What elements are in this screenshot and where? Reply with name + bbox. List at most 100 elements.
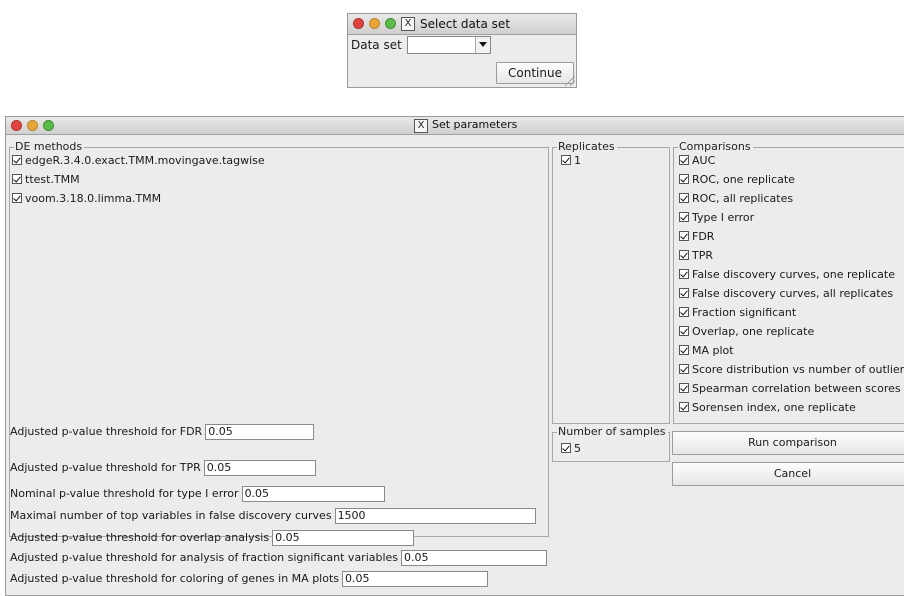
param-label: Nominal p-value threshold for type I err… (10, 487, 239, 500)
replicate-1-checkbox[interactable]: 1 (561, 154, 581, 167)
checkbox-label: Type I error (692, 211, 755, 224)
top-variables-input[interactable]: 1500 (334, 508, 536, 524)
comparison-fraction-significant-checkbox[interactable]: Fraction significant (679, 306, 796, 319)
checkbox-checked-icon (679, 402, 689, 412)
fraction-significant-threshold-input[interactable]: 0.05 (401, 550, 548, 566)
checkbox-checked-icon (679, 269, 689, 279)
comparison-fdr-checkbox[interactable]: FDR (679, 230, 714, 243)
param-row-ma-plot: Adjusted p-value threshold for coloring … (10, 571, 489, 587)
comparisons-group: Comparisons AUC ROC, one replicate ROC, … (673, 140, 904, 424)
comparison-spearman-checkbox[interactable]: Spearman correlation between scores (679, 382, 901, 395)
minimize-window-icon[interactable] (369, 18, 380, 29)
de-method-voom-checkbox[interactable]: voom.3.18.0.limma.TMM (12, 192, 161, 205)
comparison-tpr-checkbox[interactable]: TPR (679, 249, 713, 262)
param-row-fdr: Adjusted p-value threshold for FDR 0.05 (10, 424, 315, 440)
param-label: Maximal number of top variables in false… (10, 509, 332, 522)
cancel-button[interactable]: Cancel (672, 462, 904, 486)
param-row-tpr: Adjusted p-value threshold for TPR 0.05 (10, 460, 316, 476)
continue-button[interactable]: Continue (496, 62, 574, 84)
comparison-sorensen-checkbox[interactable]: Sorensen index, one replicate (679, 401, 856, 414)
checkbox-label: FDR (692, 230, 715, 243)
data-set-label: Data set (351, 38, 402, 52)
checkbox-checked-icon (679, 288, 689, 298)
set-parameters-titlebar: X Set parameters (6, 117, 904, 135)
checkbox-checked-icon (679, 231, 689, 241)
checkbox-label: edgeR.3.4.0.exact.TMM.movingave.tagwise (25, 154, 265, 167)
run-comparison-label: Run comparison (748, 436, 837, 449)
select-data-set-titlebar: X Select data set (348, 14, 576, 35)
comparison-roc-one-checkbox[interactable]: ROC, one replicate (679, 173, 795, 186)
run-comparison-button[interactable]: Run comparison (672, 431, 904, 455)
de-methods-label: DE methods (14, 140, 85, 154)
checkbox-label: Overlap, one replicate (692, 325, 815, 338)
checkbox-checked-icon (679, 212, 689, 222)
x11-app-icon: X (401, 17, 415, 31)
checkbox-label: ROC, one replicate (692, 173, 795, 186)
de-method-ttest-checkbox[interactable]: ttest.TMM (12, 173, 80, 186)
param-label: Adjusted p-value threshold for coloring … (10, 572, 340, 585)
replicates-group: Replicates 1 (552, 140, 670, 424)
checkbox-label: Score distribution vs number of outliers (692, 363, 904, 376)
chevron-down-icon[interactable] (475, 37, 490, 53)
overlap-threshold-input[interactable]: 0.05 (272, 530, 415, 546)
comparison-auc-checkbox[interactable]: AUC (679, 154, 715, 167)
comparison-overlap-checkbox[interactable]: Overlap, one replicate (679, 325, 814, 338)
checkbox-label: MA plot (692, 344, 734, 357)
checkbox-checked-icon (561, 443, 571, 453)
comparisons-label: Comparisons (678, 140, 753, 154)
comparison-roc-all-checkbox[interactable]: ROC, all replicates (679, 192, 793, 205)
checkbox-label: Spearman correlation between scores (692, 382, 901, 395)
checkbox-label: TPR (692, 249, 713, 262)
checkbox-label: False discovery curves, one replicate (692, 268, 895, 281)
checkbox-label: ROC, all replicates (692, 192, 794, 205)
type-i-error-threshold-input[interactable]: 0.05 (241, 486, 385, 502)
param-label: Adjusted p-value threshold for analysis … (10, 551, 399, 564)
comparison-ma-plot-checkbox[interactable]: MA plot (679, 344, 734, 357)
ma-plot-threshold-input[interactable]: 0.05 (342, 571, 489, 587)
param-row-fraction-significant: Adjusted p-value threshold for analysis … (10, 550, 548, 566)
comparison-score-distribution-checkbox[interactable]: Score distribution vs number of outliers (679, 363, 904, 376)
comparison-fdc-one-checkbox[interactable]: False discovery curves, one replicate (679, 268, 895, 281)
zoom-window-icon[interactable] (385, 18, 396, 29)
sample-5-checkbox[interactable]: 5 (561, 442, 581, 455)
comparison-fdc-all-checkbox[interactable]: False discovery curves, all replicates (679, 287, 893, 300)
zoom-window-icon[interactable] (43, 120, 54, 131)
param-label: Adjusted p-value threshold for TPR (10, 461, 201, 474)
replicates-label: Replicates (557, 140, 617, 154)
minimize-window-icon[interactable] (27, 120, 38, 131)
data-set-dropdown[interactable] (407, 36, 491, 54)
checkbox-label: Fraction significant (692, 306, 797, 319)
param-label: Adjusted p-value threshold for overlap a… (10, 531, 270, 544)
checkbox-label: False discovery curves, all replicates (692, 287, 894, 300)
checkbox-checked-icon (679, 345, 689, 355)
checkbox-label: 5 (574, 442, 581, 455)
param-row-overlap: Adjusted p-value threshold for overlap a… (10, 530, 415, 546)
checkbox-checked-icon (679, 174, 689, 184)
close-window-icon[interactable] (11, 120, 22, 131)
checkbox-label: Sorensen index, one replicate (692, 401, 856, 414)
close-window-icon[interactable] (353, 18, 364, 29)
checkbox-label: ttest.TMM (25, 173, 80, 186)
checkbox-label: voom.3.18.0.limma.TMM (25, 192, 162, 205)
checkbox-checked-icon (679, 155, 689, 165)
cancel-label: Cancel (773, 467, 812, 480)
continue-button-label: Continue (508, 66, 562, 80)
number-of-samples-group: Number of samples 5 (552, 425, 670, 462)
de-method-edger-checkbox[interactable]: edgeR.3.4.0.exact.TMM.movingave.tagwise (12, 154, 265, 167)
checkbox-checked-icon (679, 326, 689, 336)
de-methods-group: DE methods edgeR.3.4.0.exact.TMM.movinga… (9, 140, 549, 537)
select-data-set-window: X Select data set Data set Continue (347, 13, 577, 88)
checkbox-checked-icon (12, 193, 22, 203)
checkbox-checked-icon (679, 307, 689, 317)
tpr-threshold-input[interactable]: 0.05 (203, 460, 316, 476)
window-title: Set parameters (432, 118, 518, 131)
comparison-type-i-error-checkbox[interactable]: Type I error (679, 211, 754, 224)
param-row-type-i-error: Nominal p-value threshold for type I err… (10, 486, 385, 502)
fdr-threshold-input[interactable]: 0.05 (205, 424, 315, 440)
checkbox-checked-icon (679, 193, 689, 203)
resize-grip-icon[interactable] (565, 76, 575, 86)
param-row-top-variables: Maximal number of top variables in false… (10, 508, 536, 524)
checkbox-checked-icon (679, 364, 689, 374)
checkbox-checked-icon (679, 383, 689, 393)
checkbox-checked-icon (561, 155, 571, 165)
